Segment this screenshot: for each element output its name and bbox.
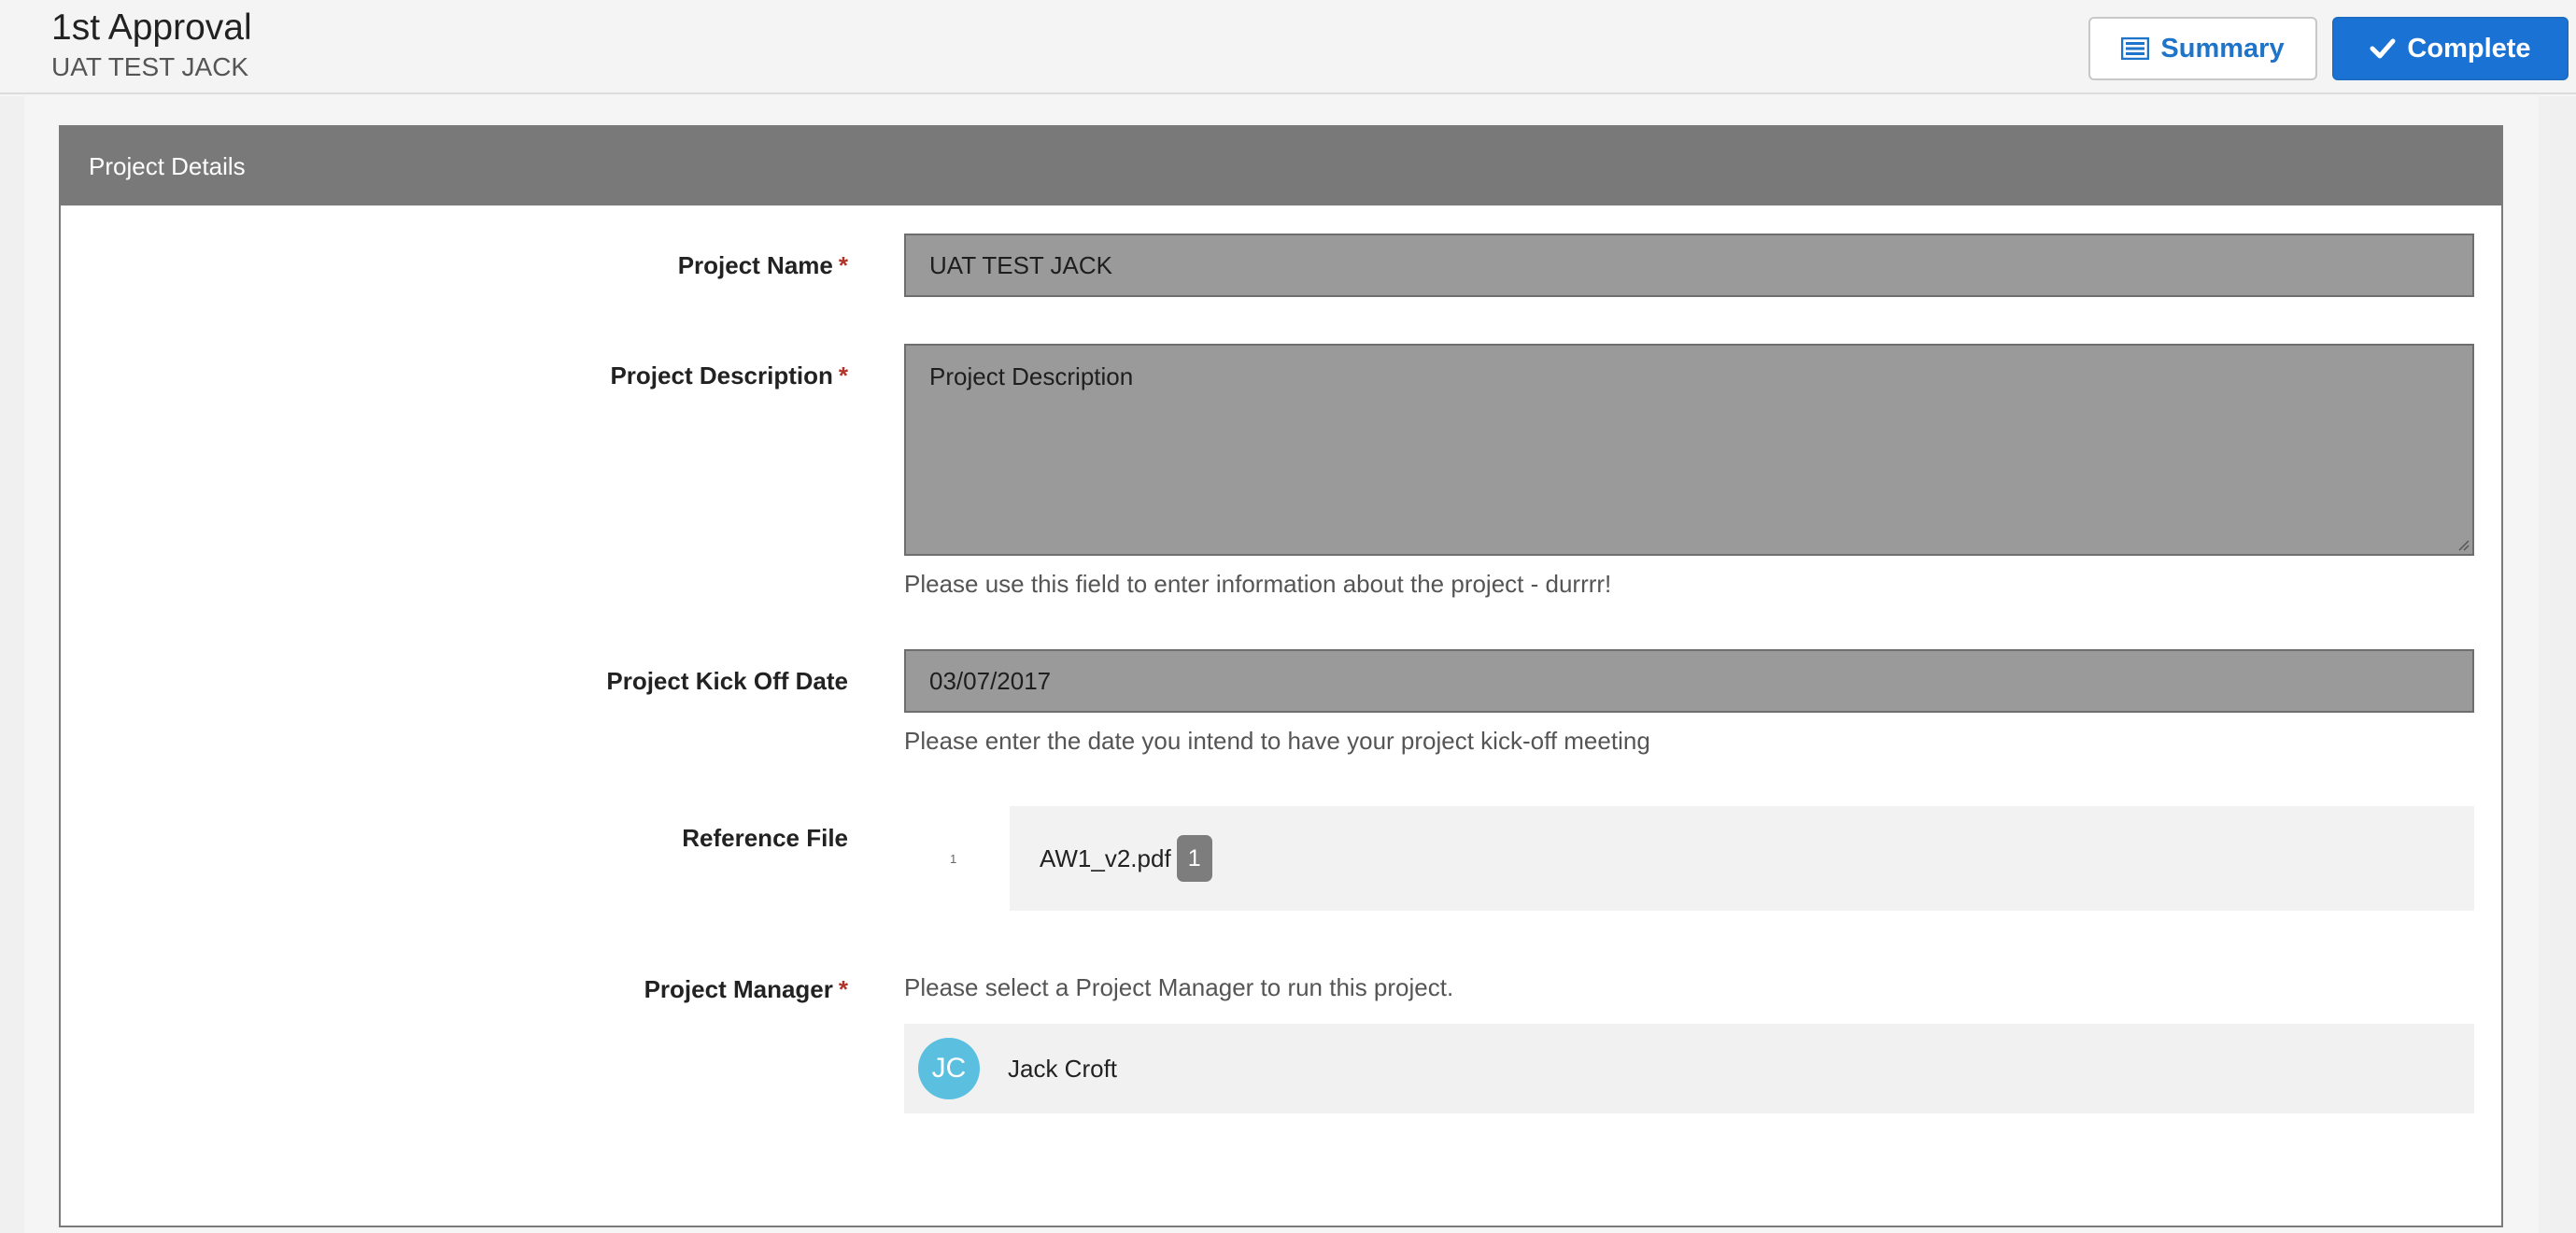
avatar: JC xyxy=(918,1038,980,1099)
project-description-value: Project Description xyxy=(929,362,1134,390)
kick-off-date-input[interactable]: 03/07/2017 xyxy=(904,649,2474,713)
project-name-label-text: Project Name xyxy=(677,251,833,279)
kick-off-date-label-text: Project Kick Off Date xyxy=(606,667,848,695)
project-description-help: Please use this field to enter informati… xyxy=(904,570,1612,598)
reference-file-label-text: Reference File xyxy=(682,824,848,852)
kick-off-date-value: 03/07/2017 xyxy=(929,666,1052,695)
project-description-label: Project Description * xyxy=(610,361,848,390)
page-subtitle: UAT TEST JACK xyxy=(51,52,249,81)
required-marker: * xyxy=(838,251,848,279)
project-name-value: UAT TEST JACK xyxy=(929,250,1113,279)
kick-off-date-label: Project Kick Off Date xyxy=(606,667,848,696)
project-name-input[interactable]: UAT TEST JACK xyxy=(904,234,2474,297)
resize-handle-icon[interactable] xyxy=(2456,538,2470,551)
required-marker: * xyxy=(838,975,848,1003)
reference-file-label: Reference File xyxy=(682,824,848,853)
file-name-link[interactable]: AW1_v2.pdf xyxy=(1040,844,1171,873)
top-bar: 1st Approval UAT TEST JACK Summary Compl… xyxy=(0,0,2576,94)
project-manager-label-text: Project Manager xyxy=(644,975,833,1003)
reference-file-item[interactable]: AW1_v2.pdf 1 xyxy=(1010,806,2474,911)
project-description-textarea[interactable]: Project Description xyxy=(904,344,2474,556)
left-gutter xyxy=(0,96,24,1233)
kick-off-date-help: Please enter the date you intend to have… xyxy=(904,727,1650,755)
check-icon xyxy=(2370,37,2396,60)
summary-button-label: Summary xyxy=(2160,33,2285,64)
required-marker: * xyxy=(838,361,848,390)
project-description-label-text: Project Description xyxy=(610,361,833,390)
complete-button[interactable]: Complete xyxy=(2332,17,2569,80)
project-manager-label: Project Manager * xyxy=(644,975,848,1004)
list-icon xyxy=(2121,37,2150,60)
page-title: 1st Approval xyxy=(51,7,252,48)
project-manager-help: Please select a Project Manager to run t… xyxy=(904,973,1454,1001)
panel-header: Project Details xyxy=(61,127,2501,206)
project-details-panel: Project Details Project Name * UAT TEST J… xyxy=(59,125,2503,1227)
right-gutter xyxy=(2539,96,2576,1233)
project-name-label: Project Name * xyxy=(678,251,848,280)
file-version-badge: 1 xyxy=(1176,835,1212,882)
complete-button-label: Complete xyxy=(2407,33,2531,64)
project-manager-selection[interactable]: JC Jack Croft xyxy=(904,1024,2474,1113)
project-manager-name: Jack Croft xyxy=(1008,1054,1118,1083)
file-index: 1 xyxy=(950,852,957,866)
summary-button[interactable]: Summary xyxy=(2088,17,2317,80)
panel-title: Project Details xyxy=(89,151,246,180)
